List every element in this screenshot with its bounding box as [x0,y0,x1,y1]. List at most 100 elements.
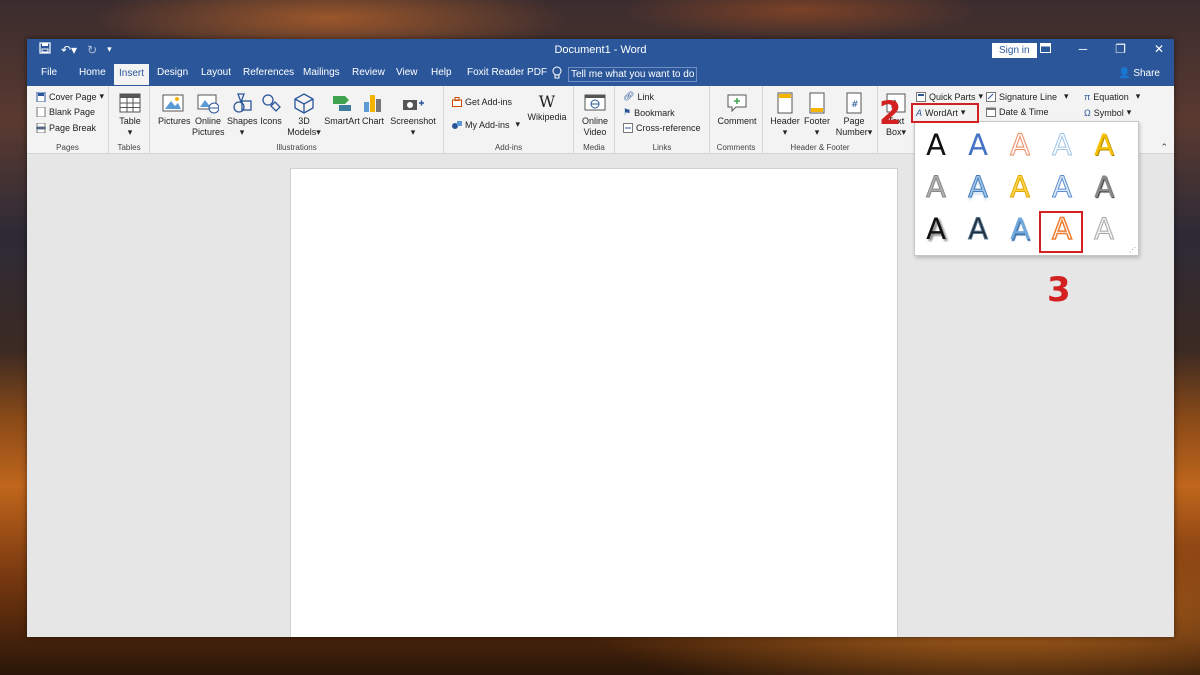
bookmark-label: Bookmark [634,107,675,118]
online-pictures-label-1: Online [194,116,221,126]
chart-button[interactable]: Chart [361,92,385,127]
my-addins-label: My Add-ins [465,119,510,130]
page-break-label: Page Break [49,123,97,133]
minimize-icon[interactable]: ─ [1079,42,1088,56]
link-button[interactable]: 🔗︎ Link [623,91,654,102]
date-time-button[interactable]: Date & Time [986,107,1049,117]
wordart-style-highlight [1039,211,1083,253]
wordart-style-4[interactable]: A [1042,125,1082,165]
cross-reference-button[interactable]: Cross-reference [623,123,701,133]
wordart-style-11[interactable]: A [916,209,956,249]
wordart-style-3[interactable]: A [1000,125,1040,165]
cross-reference-label: Cross-reference [636,123,701,133]
wordart-style-7[interactable]: A [958,167,998,207]
wikipedia-button[interactable]: W Wikipedia [526,92,568,123]
tab-file[interactable]: File [41,67,57,78]
table-icon [119,93,141,113]
quick-parts-button[interactable]: Quick Parts ▾ [916,91,983,102]
wordart-style-6[interactable]: A [916,167,956,207]
page-number-button[interactable]: # Page Number▾ [833,92,875,138]
word-window: ↶▾ ↻ ▾ Document1 - Word Sign in ─ ❐ ✕ Fi… [27,39,1174,637]
my-addins-button[interactable]: My Add-ins ▾ [452,119,520,130]
3d-models-button[interactable]: 3D Models▾ [287,92,321,138]
sign-in-button[interactable]: Sign in [992,43,1037,58]
blank-page-button[interactable]: Blank Page [36,107,95,117]
signature-line-button[interactable]: Signature Line ▾ [986,91,1069,102]
document-page[interactable] [290,168,898,637]
footer-button[interactable]: Footer ▾ [801,92,833,138]
step-3-label: 3 [1047,270,1071,310]
wordart-style-15[interactable]: A [1084,209,1124,249]
pictures-button[interactable]: Pictures [158,92,191,127]
ribbon-tabs: File Home Insert Design Layout Reference… [27,62,1174,86]
tab-insert[interactable]: Insert [114,64,150,85]
tab-review[interactable]: Review [352,67,385,78]
tell-me-box[interactable]: Tell me what you want to do [552,66,698,82]
tab-layout[interactable]: Layout [201,67,231,78]
online-pictures-button[interactable]: Online Pictures [192,92,225,138]
smartart-button[interactable]: SmartArt [323,92,361,127]
get-addins-label: Get Add-ins [465,97,513,107]
tab-foxit[interactable]: Foxit Reader PDF [467,67,547,78]
resize-grip-icon[interactable]: ⋰ [1129,246,1136,254]
wordart-style-12[interactable]: A [958,209,998,249]
close-icon[interactable]: ✕ [1154,42,1164,56]
comment-label: Comment [717,116,757,126]
group-label-illustrations: Illustrations [276,143,317,152]
collapse-ribbon-icon[interactable]: ⌃ [1160,142,1168,153]
share-button[interactable]: 👤 Share [1118,68,1160,79]
header-button[interactable]: Header ▾ [768,92,802,138]
bookmark-button[interactable]: ⚑ Bookmark [623,107,675,118]
restore-icon[interactable]: ❐ [1115,42,1126,56]
group-label-media: Media [583,143,605,152]
wordart-style-2[interactable]: A [958,125,998,165]
smartart-icon [333,96,351,111]
footer-label: Footer [803,116,830,126]
get-addins-button[interactable]: Get Add-ins [452,97,512,107]
tab-design[interactable]: Design [157,67,188,78]
omega-icon: Ω [1084,107,1091,118]
shapes-label: Shapes [227,116,258,126]
tab-mailings[interactable]: Mailings [303,67,340,78]
icons-label: Icons [260,116,282,126]
equation-button[interactable]: π Equation ▾ [1084,91,1140,102]
tab-help[interactable]: Help [431,67,452,78]
group-pages: Cover Page ▾ Blank Page Page Break Pages [27,86,109,154]
wordart-style-10[interactable]: A [1084,167,1124,207]
shapes-button[interactable]: Shapes ▾ [227,92,258,138]
ribbon-display-options-icon[interactable] [1039,42,1051,56]
pictures-label: Pictures [158,116,191,126]
wordart-style-5[interactable]: A [1084,125,1124,165]
group-illustrations: Pictures Online Pictures Shapes ▾ Icons 3… [150,86,444,154]
cover-page-button[interactable]: Cover Page ▾ [36,91,104,102]
tab-references[interactable]: References [243,67,294,78]
symbol-button[interactable]: Ω Symbol ▾ [1084,107,1131,118]
group-label-addins: Add-ins [494,143,523,152]
tab-view[interactable]: View [396,67,418,78]
window-controls: ─ ❐ ✕ [1039,42,1164,56]
wikipedia-label: Wikipedia [527,112,567,122]
svg-text:#: # [851,100,859,110]
wordart-highlight [911,103,979,123]
tell-me-input[interactable]: Tell me what you want to do [568,66,698,82]
wordart-style-8[interactable]: A [1000,167,1040,207]
cross-reference-icon [623,123,633,133]
wordart-style-9[interactable]: A [1042,167,1082,207]
icons-button[interactable]: Icons [258,92,284,127]
online-video-button[interactable]: Online Video [579,92,611,138]
group-label-links: Links [652,143,672,152]
pi-icon: π [1084,91,1091,102]
page-break-icon [36,123,46,133]
table-button[interactable]: Table ▾ [117,92,143,138]
tab-home[interactable]: Home [79,67,106,78]
wordart-style-13[interactable]: A [1000,209,1040,249]
screenshot-label: Screenshot [390,116,436,126]
lightbulb-icon [552,66,562,82]
wordart-style-1[interactable]: A [916,125,956,165]
page-break-button[interactable]: Page Break [36,123,96,133]
screenshot-button[interactable]: Screenshot ▾ [388,92,438,138]
cover-page-icon [36,91,46,102]
comment-button[interactable]: Comment [715,92,759,127]
addins-icon [452,120,462,129]
cube-icon [294,93,314,114]
